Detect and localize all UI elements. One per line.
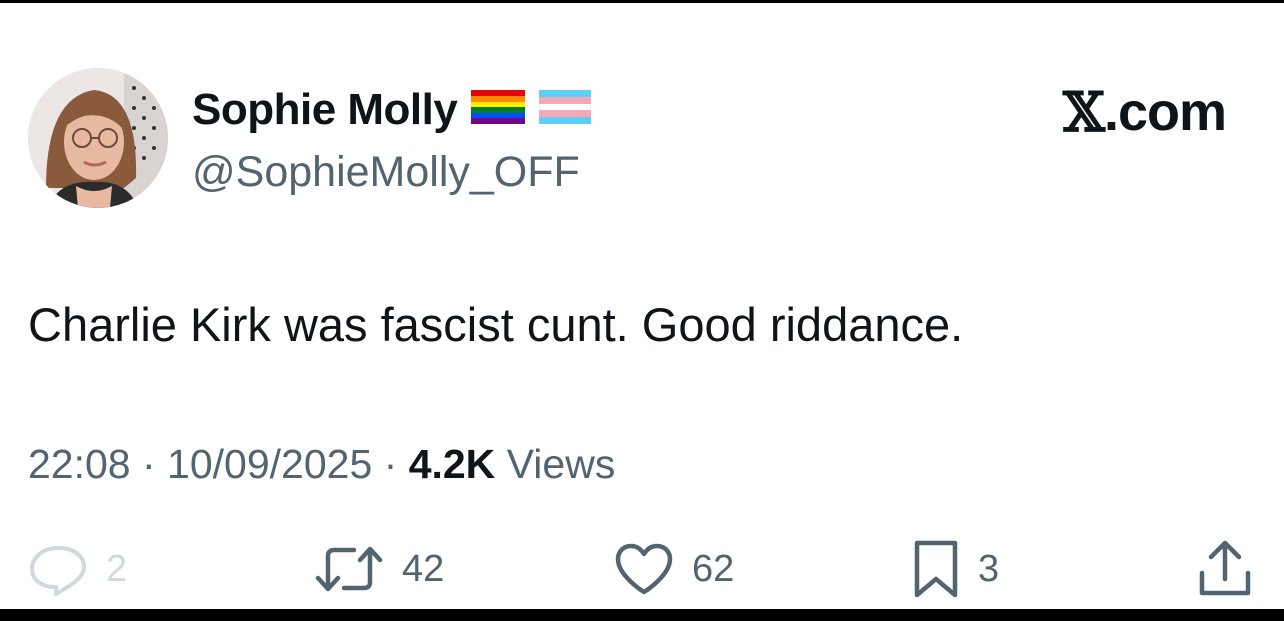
like-count: 62	[692, 547, 735, 590]
bookmark-icon	[912, 539, 960, 599]
display-name-text: Sophie Molly	[192, 85, 458, 134]
bottom-border	[0, 609, 1284, 621]
retweet-button[interactable]: 42	[314, 538, 444, 600]
tweet-time[interactable]: 22:08	[28, 441, 131, 487]
bookmark-count: 3	[978, 547, 1000, 590]
meta-separator: ·	[130, 441, 168, 487]
avatar[interactable]	[28, 68, 168, 208]
reply-count: 2	[106, 547, 128, 590]
reply-icon	[28, 542, 88, 596]
brand-domain: .com	[1103, 82, 1227, 142]
tweet-date[interactable]: 10/09/2025	[167, 441, 372, 487]
share-icon	[1196, 539, 1254, 599]
bookmark-button[interactable]: 3	[912, 538, 999, 600]
action-bar: 2 42 62 3	[0, 538, 1284, 600]
views-label: Views	[495, 441, 616, 487]
meta-separator: ·	[372, 441, 409, 487]
retweet-count: 42	[402, 547, 445, 590]
reply-button[interactable]: 2	[28, 538, 127, 600]
like-button[interactable]: 62	[614, 538, 734, 600]
retweet-icon	[314, 542, 384, 596]
share-button[interactable]	[1196, 538, 1254, 600]
avatar-image	[28, 68, 168, 208]
views-count: 4.2K	[408, 441, 496, 487]
transgender-flag-icon	[538, 84, 592, 136]
x-brand-logo: 𝕏 .com	[1063, 80, 1227, 144]
top-border	[0, 0, 1284, 3]
x-logo-icon: 𝕏	[1063, 80, 1105, 144]
author-display-name[interactable]: Sophie Molly	[192, 84, 592, 136]
tweet-meta: 22:08 · 10/09/2025 · 4.2K Views	[28, 438, 615, 490]
rainbow-flag-icon	[471, 84, 526, 136]
author-handle[interactable]: @SophieMolly_OFF	[192, 146, 580, 198]
tweet-text: Charlie Kirk was fascist cunt. Good ridd…	[28, 298, 964, 351]
heart-icon	[614, 542, 674, 596]
